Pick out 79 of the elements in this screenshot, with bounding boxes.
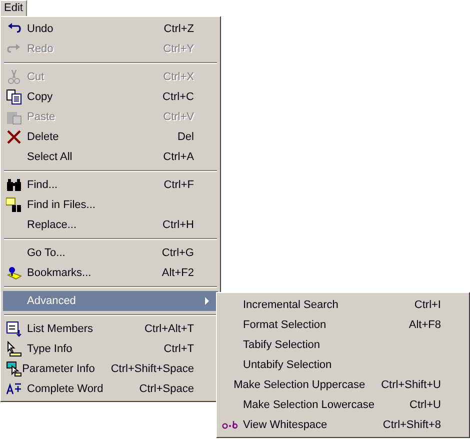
shortcut-text: Ctrl+V (163, 110, 194, 125)
menu-item-label: Advanced (27, 294, 76, 309)
menu-item-label: Find in Files... (27, 198, 96, 213)
bookmarks-icon (6, 265, 22, 281)
shortcut-text: Alt+F8 (408, 318, 441, 333)
shortcut-text: Del (177, 130, 194, 145)
menu-item-label: Make Selection Lowercase (243, 398, 374, 413)
shortcut-text: Ctrl+X (163, 70, 194, 85)
menu-item[interactable]: Delete Del (3, 127, 218, 147)
menu-item-label: Format Selection (243, 318, 326, 333)
menu-item-label: Paste (27, 110, 56, 125)
menu-item[interactable]: Tabify Selection (219, 335, 467, 355)
shortcut-text: Ctrl+Y (163, 42, 194, 57)
menu-item-label: View Whitespace (243, 418, 328, 433)
menu-item-label: Undo (27, 22, 54, 37)
delete-icon (6, 129, 22, 145)
menu-item-label: Cut (27, 70, 44, 85)
shortcut-text: Ctrl+Shift+8 (382, 418, 441, 433)
menu-item[interactable]: Undo Ctrl+Z (3, 19, 218, 39)
menu-item-label: Redo (27, 42, 54, 57)
shortcut-text: Ctrl+Alt+T (144, 322, 194, 337)
menu-item[interactable]: Go To... Ctrl+G (3, 243, 218, 263)
menu-item-label: Untabify Selection (243, 358, 332, 373)
complete-word-icon (6, 381, 22, 397)
menu-item[interactable]: Advanced (3, 291, 218, 311)
submenu-arrow-icon (205, 297, 209, 305)
binoculars-icon (6, 177, 22, 193)
menu-item-label: Type Info (27, 342, 72, 357)
menu-item-label: Tabify Selection (243, 338, 320, 353)
menu-item[interactable]: Find in Files... (3, 195, 218, 215)
menu-item[interactable]: Parameter Info Ctrl+Shift+Space (3, 359, 218, 379)
menu-item[interactable]: Incremental Search Ctrl+I (219, 295, 467, 315)
menu-item-label: Parameter Info (22, 362, 95, 377)
shortcut-text: Ctrl+G (162, 246, 194, 261)
menu-item-label: Copy (27, 90, 53, 105)
parameter-info-icon (6, 361, 22, 377)
menu-item-label: Delete (27, 130, 59, 145)
shortcut-text: Ctrl+H (162, 218, 194, 233)
menu-item[interactable]: Complete Word Ctrl+Space (3, 379, 218, 399)
menu-item-label: Incremental Search (243, 298, 338, 313)
menu-item[interactable]: Copy Ctrl+C (3, 87, 218, 107)
scissors-icon (6, 69, 22, 85)
shortcut-text: Ctrl+C (162, 90, 194, 105)
shortcut-text: Ctrl+T (164, 342, 194, 357)
shortcut-text: Alt+F2 (162, 266, 194, 281)
menu-item[interactable]: Replace... Ctrl+H (3, 215, 218, 235)
menu-item-label: Go To... (27, 246, 66, 261)
shortcut-text: Ctrl+F (164, 178, 194, 193)
clipboard-icon (6, 109, 22, 125)
menu-item[interactable]: List Members Ctrl+Alt+T (3, 319, 218, 339)
menu-item[interactable]: Make Selection Uppercase Ctrl+Shift+U (219, 375, 467, 395)
menu-item[interactable]: View Whitespace Ctrl+Shift+8 (219, 415, 467, 435)
shortcut-text: Ctrl+U (410, 398, 441, 413)
type-info-icon (6, 341, 22, 357)
copy-icon (6, 89, 22, 105)
menu-item-label: Replace... (27, 218, 77, 233)
menu-item[interactable]: Find... Ctrl+F (3, 175, 218, 195)
menu-item[interactable]: Untabify Selection (219, 355, 467, 375)
shortcut-text: Ctrl+Shift+U (381, 378, 441, 393)
whitespace-icon (222, 419, 238, 431)
menu-item-label: Find... (27, 178, 58, 193)
menu-item-label: Make Selection Uppercase (234, 378, 366, 393)
shortcut-text: Ctrl+A (163, 150, 194, 165)
menu-item-label: List Members (27, 322, 94, 337)
menu-item[interactable]: Select All Ctrl+A (3, 147, 218, 167)
list-members-icon (6, 321, 22, 337)
menu-item[interactable]: Format Selection Alt+F8 (219, 315, 467, 335)
menu-item-label: Bookmarks... (27, 266, 92, 281)
menu-item-label: Select All (27, 150, 72, 165)
shortcut-text: Ctrl+I (414, 298, 441, 313)
shortcut-text: Ctrl+Shift+Space (110, 362, 194, 377)
menu-item-label: Complete Word (27, 382, 104, 397)
menu-item[interactable]: Bookmarks... Alt+F2 (3, 263, 218, 283)
find-in-files-icon (6, 197, 22, 213)
menu-item[interactable]: Type Info Ctrl+T (3, 339, 218, 359)
menu-title[interactable]: Edit (0, 0, 27, 16)
menu-item[interactable]: Make Selection Lowercase Ctrl+U (219, 395, 467, 415)
shortcut-text: Ctrl+Space (139, 382, 194, 397)
shortcut-text: Ctrl+Z (164, 22, 194, 37)
